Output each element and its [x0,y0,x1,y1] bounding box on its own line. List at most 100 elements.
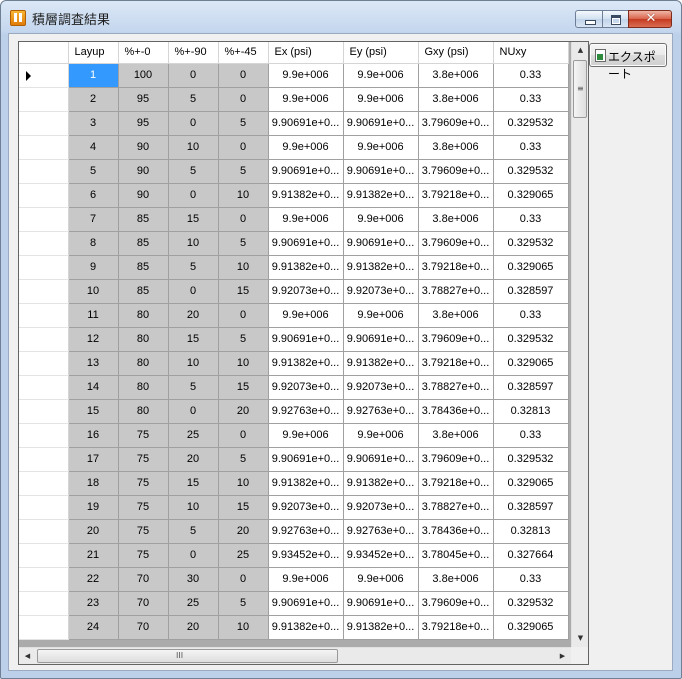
grid-cell[interactable]: 9.91382e+0... [268,471,344,496]
grid-cell[interactable]: 5 [168,255,219,280]
table-row[interactable]: 10 85 0 15 9.92073e+0... 9.92073e+0... 3.78827… [19,279,569,304]
grid-cell[interactable]: 9.9e+006 [343,63,419,88]
row-header[interactable] [19,375,69,400]
grid-cell[interactable]: 3.78045e+0... [418,543,494,568]
row-header[interactable] [19,615,69,640]
grid-cell[interactable]: 9.9e+006 [268,567,344,592]
minimize-button[interactable] [575,10,603,28]
horizontal-scrollbar[interactable]: ◀ III ▶ [19,647,571,664]
row-header[interactable] [19,567,69,592]
grid-cell[interactable]: 7 [68,207,119,232]
grid-cell[interactable]: 10 [168,231,219,256]
grid-cell[interactable]: 25 [168,423,219,448]
grid-cell[interactable]: 0.329532 [493,327,569,352]
grid-cell[interactable]: 20 [168,303,219,328]
grid-cell[interactable]: 9.93452e+0... [268,543,344,568]
grid-cell[interactable]: 9.90691e+0... [343,447,419,472]
close-button[interactable]: ✕ [628,10,672,28]
row-header[interactable] [19,543,69,568]
grid-cell[interactable]: 20 [218,399,269,424]
grid-cell[interactable]: 10 [68,279,119,304]
grid-cell[interactable]: 95 [118,87,169,112]
table-row[interactable]: 8 85 10 5 9.90691e+0... 9.90691e+0... 3.79609e… [19,231,569,256]
grid-cell[interactable]: 0 [168,543,219,568]
grid-cell[interactable]: 3.78436e+0... [418,399,494,424]
grid-cell[interactable]: 75 [118,495,169,520]
row-header[interactable] [19,351,69,376]
grid-cell[interactable]: 0.329532 [493,159,569,184]
scroll-right-arrow-icon[interactable]: ▶ [554,648,571,664]
grid-cell[interactable]: 5 [168,375,219,400]
table-row[interactable]: 16 75 25 0 9.9e+006 9.9e+006 3.8e+006 0.33 [19,423,569,448]
table-row[interactable]: 20 75 5 20 9.92763e+0... 9.92763e+0... 3.78436… [19,519,569,544]
scroll-up-arrow-icon[interactable]: ▲ [572,42,588,59]
table-row[interactable]: 17 75 20 5 9.90691e+0... 9.90691e+0... 3.79609… [19,447,569,472]
grid-cell[interactable]: 8 [68,231,119,256]
grid-cell[interactable]: 19 [68,495,119,520]
grid-cell[interactable]: 10 [168,351,219,376]
grid-cell[interactable]: 30 [168,567,219,592]
grid-cell[interactable]: 0.32813 [493,399,569,424]
grid-cell[interactable]: 15 [68,399,119,424]
grid-cell[interactable]: 0.328597 [493,495,569,520]
row-header[interactable] [19,471,69,496]
table-row[interactable]: 2 95 5 0 9.9e+006 9.9e+006 3.8e+006 0.33 [19,87,569,112]
grid-cell[interactable]: 10 [218,471,269,496]
grid-cell[interactable]: 75 [118,423,169,448]
grid-cell[interactable]: 0.33 [493,87,569,112]
grid-cell[interactable]: 15 [168,471,219,496]
table-row[interactable]: 21 75 0 25 9.93452e+0... 9.93452e+0... 3.78045… [19,543,569,568]
table-row[interactable]: 5 90 5 5 9.90691e+0... 9.90691e+0... 3.79609e+… [19,159,569,184]
row-header[interactable] [19,207,69,232]
grid-cell[interactable]: 24 [68,615,119,640]
grid-cell[interactable]: 0.32813 [493,519,569,544]
row-header[interactable] [19,231,69,256]
row-header[interactable] [19,255,69,280]
grid-cell[interactable]: 9.92763e+0... [268,519,344,544]
row-header[interactable] [19,183,69,208]
grid-cell[interactable]: 0.33 [493,63,569,88]
grid-cell[interactable]: 9.90691e+0... [268,159,344,184]
grid-cell[interactable]: 90 [118,159,169,184]
grid-cell[interactable]: 3.79609e+0... [418,231,494,256]
app-icon[interactable] [10,10,26,26]
grid-cell[interactable]: 0.329065 [493,615,569,640]
grid-cell[interactable]: 3.8e+006 [418,423,494,448]
grid-cell[interactable]: 85 [118,279,169,304]
table-row[interactable]: 15 80 0 20 9.92763e+0... 9.92763e+0... 3.78436… [19,399,569,424]
grid-cell[interactable]: 3.79609e+0... [418,591,494,616]
grid-cell[interactable]: 0.33 [493,303,569,328]
grid-cell[interactable]: 5 [168,519,219,544]
grid-cell[interactable]: 3.78827e+0... [418,375,494,400]
grid-cell[interactable]: 9.92763e+0... [343,399,419,424]
grid-cell[interactable]: 23 [68,591,119,616]
grid-cell[interactable]: 100 [118,63,169,88]
grid-cell[interactable]: 5 [218,327,269,352]
grid-cell[interactable]: 0.33 [493,423,569,448]
grid-cell[interactable]: 0.329065 [493,255,569,280]
grid-cell[interactable]: 17 [68,447,119,472]
grid-cell[interactable]: 0 [218,423,269,448]
grid-cell[interactable]: 3.79609e+0... [418,447,494,472]
grid-cell[interactable]: 0.329532 [493,231,569,256]
grid-cell[interactable]: 9.92763e+0... [343,519,419,544]
table-row[interactable]: 11 80 20 0 9.9e+006 9.9e+006 3.8e+006 0.33 [19,303,569,328]
grid-cell[interactable]: 12 [68,327,119,352]
grid-cell[interactable]: 90 [118,183,169,208]
scroll-left-arrow-icon[interactable]: ◀ [19,648,36,664]
grid-cell[interactable]: 9.9e+006 [343,207,419,232]
scroll-down-arrow-icon[interactable]: ▼ [572,630,588,647]
grid-cell[interactable]: 10 [218,351,269,376]
grid-cell[interactable]: 0.329065 [493,351,569,376]
column-header[interactable]: %+-45 [218,42,269,64]
row-header[interactable] [19,279,69,304]
column-header[interactable]: Ex (psi) [268,42,344,64]
grid-cell[interactable]: 5 [218,111,269,136]
column-header[interactable]: %+-0 [118,42,169,64]
grid-cell[interactable]: 9.91382e+0... [268,255,344,280]
grid-cell[interactable]: 9.9e+006 [343,87,419,112]
grid-cell[interactable]: 0.329532 [493,447,569,472]
grid-cell[interactable]: 70 [118,615,169,640]
grid-cell[interactable]: 9.93452e+0... [343,543,419,568]
grid-cell[interactable]: 0.33 [493,567,569,592]
